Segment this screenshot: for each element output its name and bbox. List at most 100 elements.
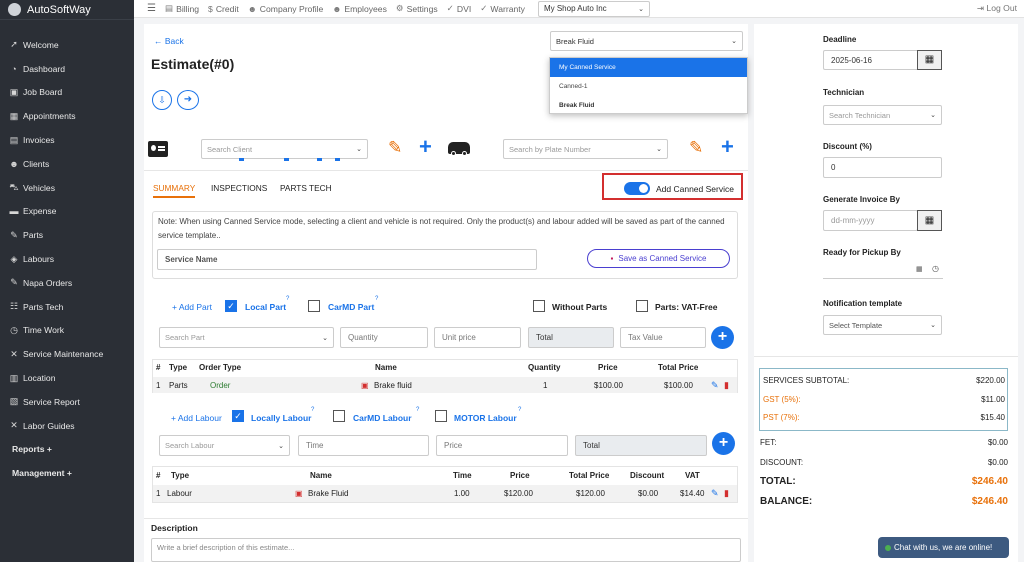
help-icon[interactable]: ? — [375, 296, 378, 302]
canned-option-break-fluid[interactable]: Break Fluid — [550, 96, 747, 114]
brand[interactable]: AutoSoftWay — [0, 0, 134, 20]
table-row — [153, 377, 737, 393]
parts-header-type: Type — [169, 363, 188, 372]
labour-time-input[interactable]: Time — [298, 435, 429, 456]
chat-widget[interactable]: Chat with us, we are online! — [878, 537, 1009, 558]
sidebar-item-invoices[interactable]: ▤ Invoices — [0, 128, 134, 152]
canned-option-my-canned-service[interactable]: My Canned Service — [550, 58, 747, 77]
local-part-checkbox[interactable]: ✓ — [225, 300, 237, 312]
delete-part-trash-icon[interactable]: ▮ — [724, 380, 729, 391]
add-labour-link[interactable]: + Add Labour — [171, 413, 222, 423]
add-labour-button[interactable]: + — [712, 432, 735, 455]
notification-label: Notification template — [823, 299, 903, 308]
tab-inspections[interactable]: INSPECTIONS — [211, 183, 267, 193]
sidebar-item-napa-orders[interactable]: ✎ Napa Orders — [0, 271, 134, 295]
calendar-icon[interactable]: ▦ — [917, 50, 942, 70]
canned-option-canned-1[interactable]: Canned-1 — [550, 77, 747, 96]
menu-icon[interactable]: ☰ — [147, 3, 156, 14]
logout-icon: ⇥ — [976, 3, 987, 13]
shop-select[interactable]: My Shop Auto Inc ⌄ — [537, 0, 650, 17]
sidebar-item-parts[interactable]: ✎ Parts — [0, 223, 134, 247]
topbar-warranty[interactable]: ✓ Warranty — [480, 3, 525, 14]
sidebar-item-expense[interactable]: ▬ Expense — [0, 200, 134, 224]
sidebar-item-labor-guides[interactable]: ✕ Labor Guides — [0, 414, 134, 438]
add-client-plus-icon[interactable]: + — [419, 134, 432, 160]
search-labour-select[interactable]: Search Labour ⌄ — [159, 435, 290, 456]
edit-client-pencil-icon[interactable]: ✎ — [388, 138, 402, 158]
money-icon: ▬ — [9, 206, 19, 217]
help-icon[interactable]: ? — [416, 407, 419, 413]
sidebar-item-dashboard[interactable]: ◔ Dashboard — [0, 57, 134, 81]
download-icon[interactable]: ⇩ — [152, 90, 172, 110]
sidebar-item-parts-tech[interactable]: ☷ Parts Tech — [0, 295, 134, 319]
sidebar-item-job-board[interactable]: ▣ Job Board — [0, 81, 134, 105]
canned-service-toggle[interactable] — [624, 182, 650, 195]
topbar-settings[interactable]: ⚙ Settings — [396, 3, 438, 14]
gauge-icon: ◔ — [11, 63, 17, 74]
search-plate-select[interactable]: Search by Plate Number ⌄ — [503, 139, 668, 159]
locally-labour-checkbox[interactable]: ✓ — [232, 410, 244, 422]
sidebar-item-appointments[interactable]: ▦ Appointments — [0, 104, 134, 128]
discount-input[interactable]: 0 — [823, 157, 942, 178]
carmd-labour-checkbox[interactable] — [333, 410, 345, 422]
labour-total-field: Total — [575, 435, 707, 456]
calendar-icon[interactable]: ▦ — [917, 210, 942, 231]
unit-price-input[interactable]: Unit price — [434, 327, 521, 348]
topbar-billing[interactable]: ▤ Billing — [165, 3, 199, 14]
tab-summary[interactable]: SUMMARY — [153, 183, 196, 198]
add-vehicle-plus-icon[interactable]: + — [721, 134, 734, 160]
sidebar-item-time-work[interactable]: ◷ Time Work — [0, 319, 134, 343]
deadline-input[interactable]: 2025-06-16 — [823, 50, 918, 70]
sidebar-item-service-maintenance[interactable]: ✕ Service Maintenance — [0, 342, 134, 366]
calendar-small-icon: ▦ — [916, 266, 923, 273]
sidebar-item-welcome[interactable]: ➚ Welcome — [0, 33, 134, 57]
description-textarea[interactable]: Write a brief description of this estima… — [151, 538, 741, 562]
invoice-by-input[interactable]: dd-mm-yyyy — [823, 210, 918, 231]
quantity-input[interactable]: Quantity — [340, 327, 428, 348]
clock-icon: ◷ — [10, 324, 18, 335]
carmd-part-checkbox[interactable] — [308, 300, 320, 312]
divider — [144, 518, 748, 519]
motor-labour-checkbox[interactable] — [435, 410, 447, 422]
parts-header-total: Total Price — [658, 363, 699, 372]
topbar-dvi[interactable]: ✓ DVI — [447, 3, 472, 14]
search-part-select[interactable]: Search Part ⌄ — [159, 327, 334, 348]
parts-header-price: Price — [598, 363, 618, 372]
edit-part-pencil-icon[interactable]: ✎ — [711, 380, 719, 391]
pickup-datetime-input[interactable] — [823, 263, 943, 279]
service-name-input[interactable]: Service Name — [157, 249, 537, 270]
logout-link[interactable]: ⇥ Log Out — [977, 3, 1017, 14]
labour-row-total: $120.00 — [576, 489, 605, 498]
tab-parts-tech[interactable]: PARTS TECH — [280, 183, 332, 193]
labour-price-input[interactable]: Price — [436, 435, 568, 456]
back-link[interactable]: ← Back — [154, 36, 184, 46]
help-icon[interactable]: ? — [518, 407, 521, 413]
sidebar-item-management[interactable]: Management + — [0, 461, 134, 485]
technician-select[interactable]: Search Technician ⌄ — [823, 105, 942, 125]
sidebar-item-clients[interactable]: ☻ Clients — [0, 152, 134, 176]
sidebar-item-service-report[interactable]: ▧ Service Report — [0, 390, 134, 414]
canned-service-select[interactable]: Break Fluid ⌄ — [550, 31, 743, 51]
without-parts-checkbox[interactable] — [533, 300, 545, 312]
add-part-link[interactable]: + Add Part — [172, 302, 212, 312]
edit-vehicle-pencil-icon[interactable]: ✎ — [689, 138, 703, 158]
topbar-credit[interactable]: $ Credit — [208, 4, 239, 14]
edit-labour-pencil-icon[interactable]: ✎ — [711, 488, 719, 499]
topbar-employees[interactable]: ☻ Employees — [332, 4, 387, 14]
help-icon[interactable]: ? — [286, 296, 289, 302]
deadline-label: Deadline — [823, 35, 857, 44]
sidebar-item-location[interactable]: ▥ Location — [0, 366, 134, 390]
help-icon[interactable]: ? — [311, 407, 314, 413]
sidebar-item-vehicles[interactable]: ⛍ Vehicles — [0, 176, 134, 200]
notification-template-select[interactable]: Select Template ⌄ — [823, 315, 942, 335]
topbar-company-profile[interactable]: ☻ Company Profile — [248, 4, 324, 14]
save-canned-service-button[interactable]: ▪ Save as Canned Service — [587, 249, 730, 268]
arrow-right-icon[interactable]: ➜ — [177, 90, 199, 110]
sidebar-item-labours[interactable]: ◈ Labours — [0, 247, 134, 271]
tax-value-input[interactable]: Tax Value — [620, 327, 706, 348]
search-client-select[interactable]: Search Client ⌄ — [201, 139, 368, 159]
add-part-button[interactable]: + — [711, 326, 734, 349]
vat-free-checkbox[interactable] — [636, 300, 648, 312]
delete-labour-trash-icon[interactable]: ▮ — [724, 488, 729, 499]
sidebar-item-reports[interactable]: Reports + — [0, 438, 134, 462]
